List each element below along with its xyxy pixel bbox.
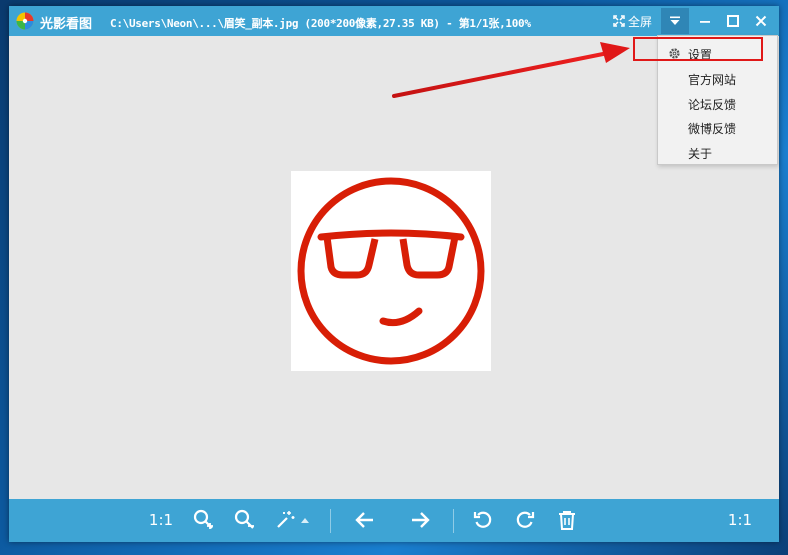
annotation-arrow	[392, 42, 630, 98]
